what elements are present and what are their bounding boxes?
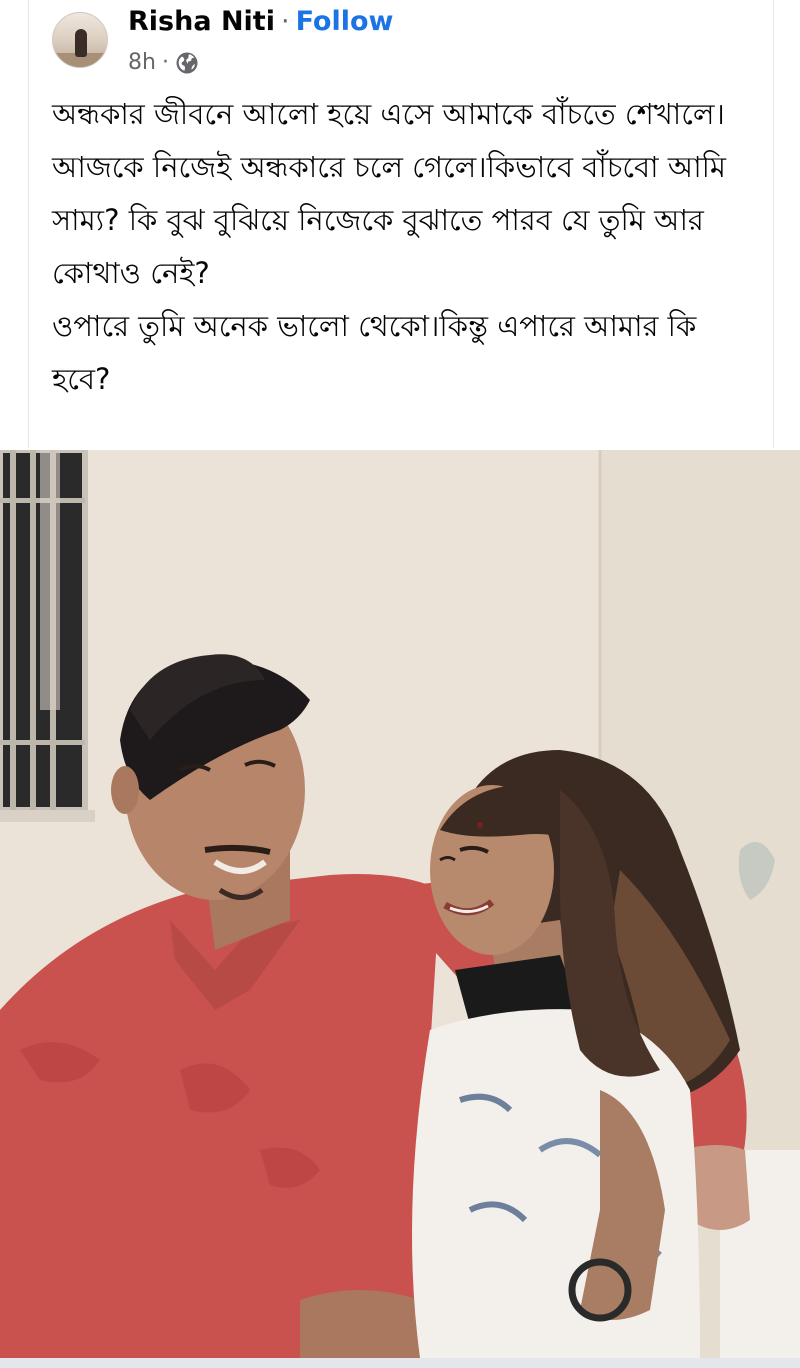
- author-name[interactable]: Risha Niti: [128, 6, 275, 37]
- author-line: Risha Niti · Follow: [128, 6, 393, 38]
- post-body: অন্ধকার জীবনে আলো হয়ে এসে আমাকে বাঁচতে …: [52, 88, 752, 406]
- avatar[interactable]: [52, 12, 108, 68]
- photo-illustration: [0, 450, 800, 1358]
- bottom-divider: [0, 1358, 800, 1368]
- globe-icon: [176, 52, 198, 74]
- avatar-figure: [75, 29, 87, 57]
- post-paragraph-2: ওপারে তুমি অনেক ভালো থেকো।কিন্তু এপারে আ…: [52, 309, 697, 396]
- header-separator: ·: [280, 6, 290, 37]
- follow-button[interactable]: Follow: [296, 6, 394, 37]
- post-header: Risha Niti · Follow 8h ·: [52, 6, 752, 80]
- post-meta: 8h ·: [128, 50, 199, 76]
- post-photo[interactable]: [0, 450, 800, 1358]
- post: Risha Niti · Follow 8h · অন্ধকার জীবনে আলো…: [0, 0, 800, 1358]
- post-paragraph-1: অন্ধকার জীবনে আলো হয়ে এসে আমাকে বাঁচতে …: [52, 97, 727, 290]
- meta-separator: ·: [161, 50, 169, 75]
- post-timestamp[interactable]: 8h: [128, 50, 156, 76]
